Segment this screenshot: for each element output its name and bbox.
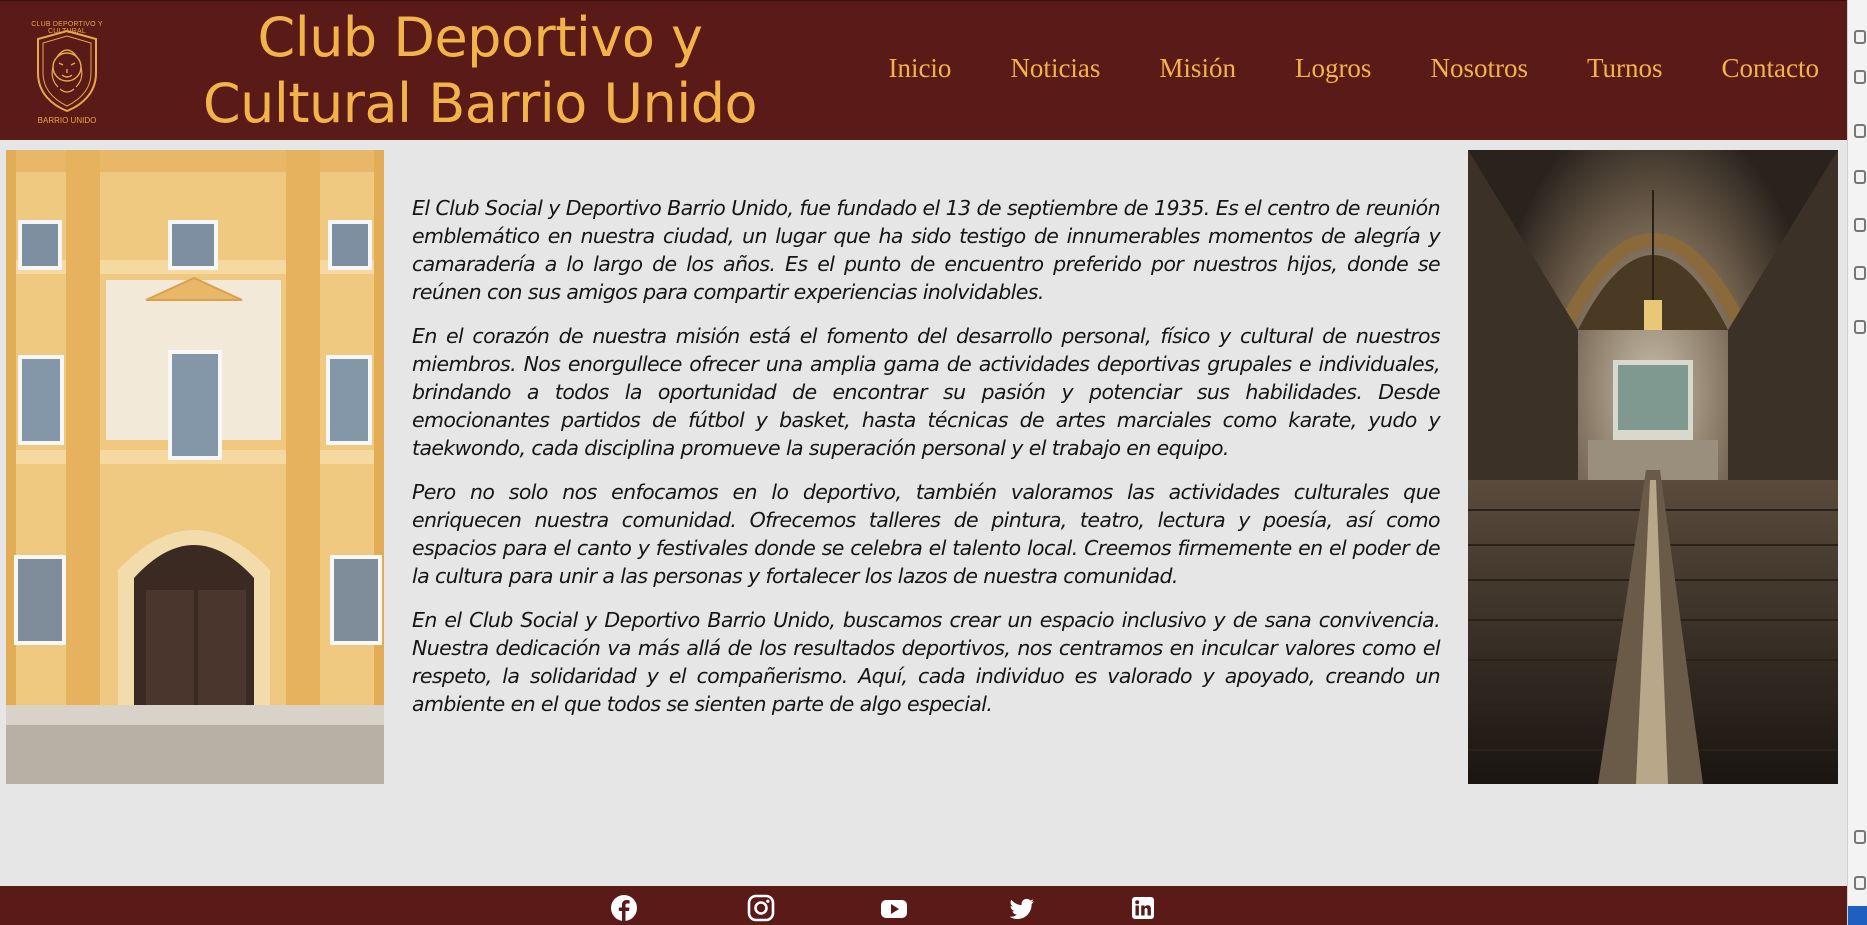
site-footer [0, 886, 1847, 925]
twitter-icon[interactable] [1008, 894, 1036, 922]
paragraph-3: Pero no solo nos enfocamos en lo deporti… [412, 480, 1441, 588]
nav-item-logros[interactable]: Logros [1295, 53, 1372, 84]
article-text: El Club Social y Deportivo Barrio Unido,… [412, 194, 1441, 734]
youtube-icon[interactable] [879, 894, 909, 922]
paragraph-1: El Club Social y Deportivo Barrio Unido,… [412, 196, 1441, 304]
side-panel-icon[interactable] [1854, 320, 1866, 334]
nav-item-contacto[interactable]: Contacto [1722, 53, 1819, 84]
facebook-icon[interactable] [610, 894, 638, 922]
site-title[interactable]: Club Deportivo y Cultural Barrio Unido [175, 5, 785, 137]
side-panel-active-indicator [1848, 906, 1867, 925]
side-panel-icon[interactable] [1854, 170, 1866, 184]
nav-item-mision[interactable]: Misión [1159, 53, 1236, 84]
page: CLUB DEPORTIVO Y CULTURAL BARRIO UNIDO C… [0, 0, 1847, 925]
staircase-hall-image [1468, 150, 1838, 784]
paragraph-2: En el corazón de nuestra misión está el … [412, 324, 1441, 460]
site-header: CLUB DEPORTIVO Y CULTURAL BARRIO UNIDO C… [0, 0, 1847, 140]
main-nav: Inicio Noticias Misión Logros Nosotros T… [888, 53, 1819, 84]
nav-item-inicio[interactable]: Inicio [888, 53, 951, 84]
side-panel-icon[interactable] [1854, 266, 1866, 280]
side-panel-icon[interactable] [1854, 70, 1866, 84]
nav-item-nosotros[interactable]: Nosotros [1430, 53, 1528, 84]
side-panel-icon[interactable] [1854, 124, 1866, 138]
club-logo[interactable]: CLUB DEPORTIVO Y CULTURAL BARRIO UNIDO [18, 15, 116, 127]
site-title-line1: Club Deportivo y [257, 6, 704, 69]
browser-side-panel [1847, 0, 1867, 925]
side-panel-icon[interactable] [1854, 218, 1866, 232]
side-panel-icon[interactable] [1854, 876, 1866, 890]
paragraph-4: En el Club Social y Deportivo Barrio Uni… [412, 608, 1441, 716]
site-title-line2: Cultural Barrio Unido [202, 72, 758, 135]
logo-text-bottom: BARRIO UNIDO [37, 116, 97, 125]
linkedin-icon[interactable] [1131, 896, 1155, 920]
main-content: El Club Social y Deportivo Barrio Unido,… [0, 140, 1847, 886]
nav-item-noticias[interactable]: Noticias [1010, 53, 1100, 84]
instagram-icon[interactable] [747, 894, 775, 922]
lion-crest-icon [37, 29, 97, 113]
nav-item-turnos[interactable]: Turnos [1587, 53, 1663, 84]
side-panel-icon[interactable] [1854, 830, 1866, 844]
building-facade-image [6, 150, 384, 784]
side-panel-icon[interactable] [1854, 30, 1866, 44]
